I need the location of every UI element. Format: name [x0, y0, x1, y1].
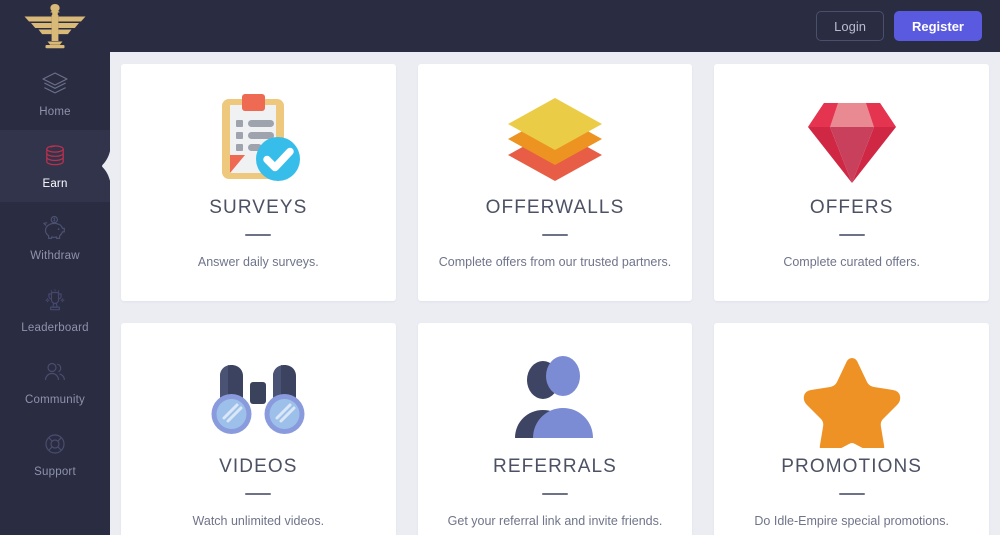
layers-stack-icon [40, 69, 70, 99]
two-users-icon [503, 347, 607, 453]
sidebar-item-leaderboard[interactable]: Leaderboard [0, 274, 110, 346]
card-offers[interactable]: OFFERS Complete curated offers. [714, 64, 989, 301]
card-offerwalls[interactable]: OFFERWALLS Complete offers from our trus… [417, 64, 693, 301]
sidebar-item-support[interactable]: Support [0, 418, 110, 490]
card-description: Get your referral link and invite friend… [447, 514, 663, 528]
sidebar-item-label: Leaderboard [21, 322, 89, 335]
title-divider [245, 493, 272, 495]
sidebar-item-withdraw[interactable]: Withdraw [0, 202, 110, 274]
card-surveys[interactable]: SURVEYS Answer daily surveys. [121, 64, 396, 301]
two-people-icon [40, 357, 70, 387]
card-description: Answer daily surveys. [197, 255, 319, 269]
title-divider [541, 493, 568, 495]
card-videos[interactable]: VIDEOS Watch unlimited videos. [121, 323, 396, 535]
sidebar-item-label: Earn [42, 178, 68, 191]
sidebar-item-label: Home [39, 106, 71, 119]
card-description: Do Idle-Empire special promotions. [754, 514, 949, 528]
coin-stack-icon [40, 141, 70, 171]
sidebar-item-label: Community [25, 394, 85, 407]
card-title: SURVEYS [209, 197, 308, 218]
sidebar-item-community[interactable]: Community [0, 346, 110, 418]
title-divider [245, 234, 272, 236]
clipboard-check-icon [206, 88, 310, 194]
card-title: OFFERWALLS [485, 197, 625, 218]
card-description: Watch unlimited videos. [192, 514, 325, 528]
earn-card-grid: SURVEYS Answer daily surveys. OFFERWALLS [121, 64, 989, 535]
binoculars-icon [206, 347, 310, 453]
sidebar: Home Earn Withdraw Leaderboard Community… [0, 0, 110, 535]
sidebar-item-home[interactable]: Home [0, 58, 110, 130]
sidebar-item-earn[interactable]: Earn [0, 130, 110, 202]
card-description: Complete offers from our trusted partner… [438, 255, 672, 269]
piggy-bank-icon [40, 213, 70, 243]
eagle-emblem-logo-icon [22, 3, 88, 49]
content-area: SURVEYS Answer daily surveys. OFFERWALLS [110, 52, 1000, 535]
login-button[interactable]: Login [816, 11, 884, 41]
card-title: OFFERS [809, 197, 894, 218]
brand-logo[interactable] [0, 0, 110, 52]
sidebar-item-label: Withdraw [30, 250, 80, 263]
title-divider [838, 234, 865, 236]
title-divider [838, 493, 865, 495]
trophy-icon [40, 285, 70, 315]
life-ring-icon [40, 429, 70, 459]
card-title: VIDEOS [219, 456, 298, 477]
sidebar-item-label: Support [34, 466, 76, 479]
diamond-gem-icon [800, 88, 904, 194]
sidebar-nav: Home Earn Withdraw Leaderboard Community… [0, 52, 110, 490]
title-divider [541, 234, 568, 236]
app-root: Home Earn Withdraw Leaderboard Community… [0, 0, 1000, 535]
topbar: Login Register [110, 0, 1000, 52]
card-title: REFERRALS [493, 456, 617, 477]
stacked-layers-icon [503, 88, 607, 194]
active-indicator-notch [99, 144, 110, 188]
star-icon [800, 347, 904, 453]
main-area: Login Register SURVEYS Answer daily surv… [110, 0, 1000, 535]
card-description: Complete curated offers. [783, 255, 920, 269]
card-promotions[interactable]: PROMOTIONS Do Idle-Empire special promot… [714, 323, 989, 535]
card-referrals[interactable]: REFERRALS Get your referral link and inv… [417, 323, 693, 535]
register-button[interactable]: Register [893, 11, 982, 41]
card-title: PROMOTIONS [781, 456, 923, 477]
